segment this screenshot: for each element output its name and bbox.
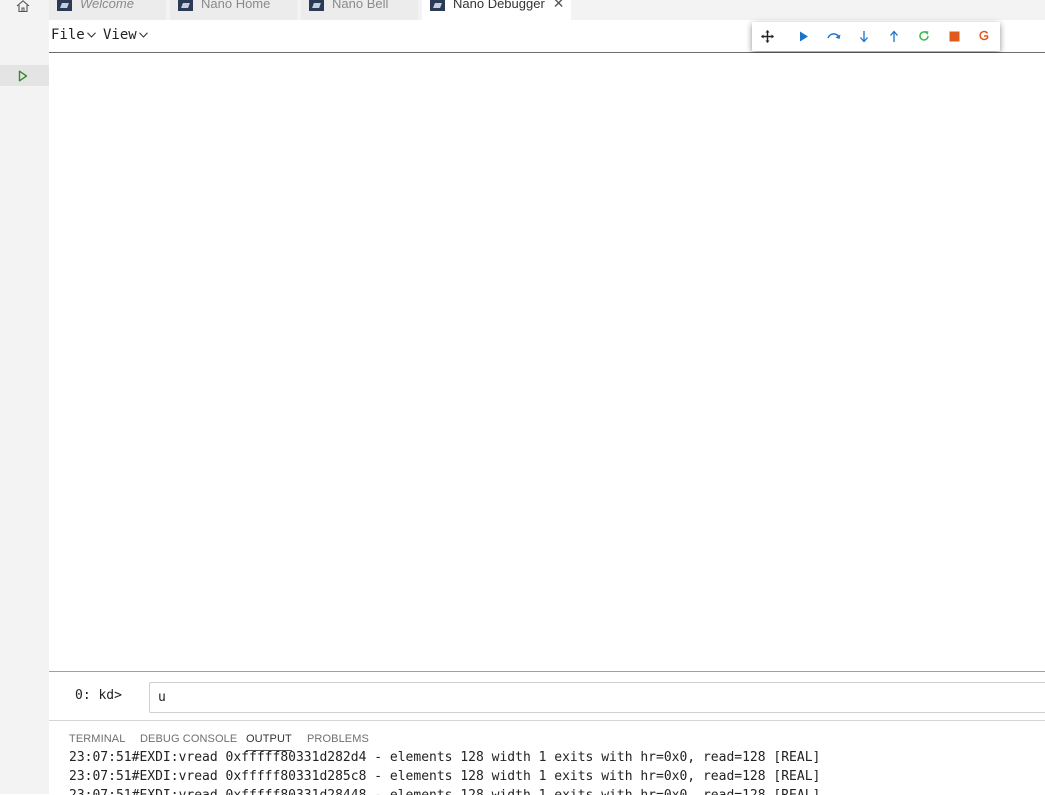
command-area: 0: kd> [49, 671, 1045, 720]
tab-label: Nano Bell [332, 0, 389, 11]
tab-label: Nano Home [201, 0, 271, 11]
menu-file-label: File [51, 27, 85, 43]
stop-icon[interactable] [946, 28, 962, 44]
home-icon[interactable] [14, 0, 32, 12]
menu-view[interactable]: View [103, 27, 148, 43]
close-icon[interactable]: ✕ [553, 0, 565, 10]
restart-icon[interactable] [916, 28, 932, 44]
tab-label: Nano Debugger [453, 0, 545, 11]
chevron-down-icon [138, 30, 148, 41]
nano-logo-icon [178, 0, 193, 11]
disconnect-icon[interactable] [976, 28, 992, 44]
tab-debug-console[interactable]: DEBUG CONSOLE [140, 733, 237, 745]
command-input[interactable] [149, 682, 1045, 713]
tab-terminal[interactable]: TERMINAL [69, 733, 125, 745]
debug-toolbar [752, 22, 1000, 51]
tab-output[interactable]: OUTPUT [246, 733, 292, 751]
tab-welcome[interactable]: Welcome [49, 0, 167, 20]
tab-nano-bell[interactable]: Nano Bell [301, 0, 419, 20]
chevron-down-icon [86, 30, 96, 41]
tab-label: Welcome [80, 0, 134, 11]
nano-logo-icon [430, 0, 445, 11]
step-out-icon[interactable] [886, 28, 902, 44]
editor-area [49, 53, 1045, 671]
output-line: 23:07:51#EXDI:vread 0xfffff80331d285c8 -… [69, 769, 821, 784]
nano-logo-icon [57, 0, 72, 11]
command-prompt: 0: kd> [75, 688, 122, 703]
tab-nano-debugger[interactable]: Nano Debugger ✕ [422, 0, 572, 20]
tab-nano-home[interactable]: Nano Home [170, 0, 298, 20]
nano-logo-icon [309, 0, 324, 11]
move-handle-icon[interactable] [759, 28, 775, 44]
step-into-icon[interactable] [856, 28, 872, 44]
editor-tabbar: Welcome Nano Home Nano Bell Nano Debugge… [49, 0, 1045, 20]
step-over-icon[interactable] [826, 28, 842, 44]
menu-view-label: View [103, 27, 137, 43]
output-line: 23:07:51#EXDI:vread 0xfffff80331d282d4 -… [69, 751, 821, 765]
bottom-panel: TERMINAL DEBUG CONSOLE OUTPUT PROBLEMS 2… [49, 720, 1045, 795]
run-debug-icon[interactable] [0, 65, 49, 86]
activity-bar [0, 0, 49, 794]
tab-problems[interactable]: PROBLEMS [307, 733, 369, 745]
continue-icon[interactable] [796, 28, 812, 44]
menu-file[interactable]: File [51, 27, 96, 43]
output-log: 23:07:51#EXDI:vread 0xfffff80331d282d4 -… [49, 751, 1045, 795]
